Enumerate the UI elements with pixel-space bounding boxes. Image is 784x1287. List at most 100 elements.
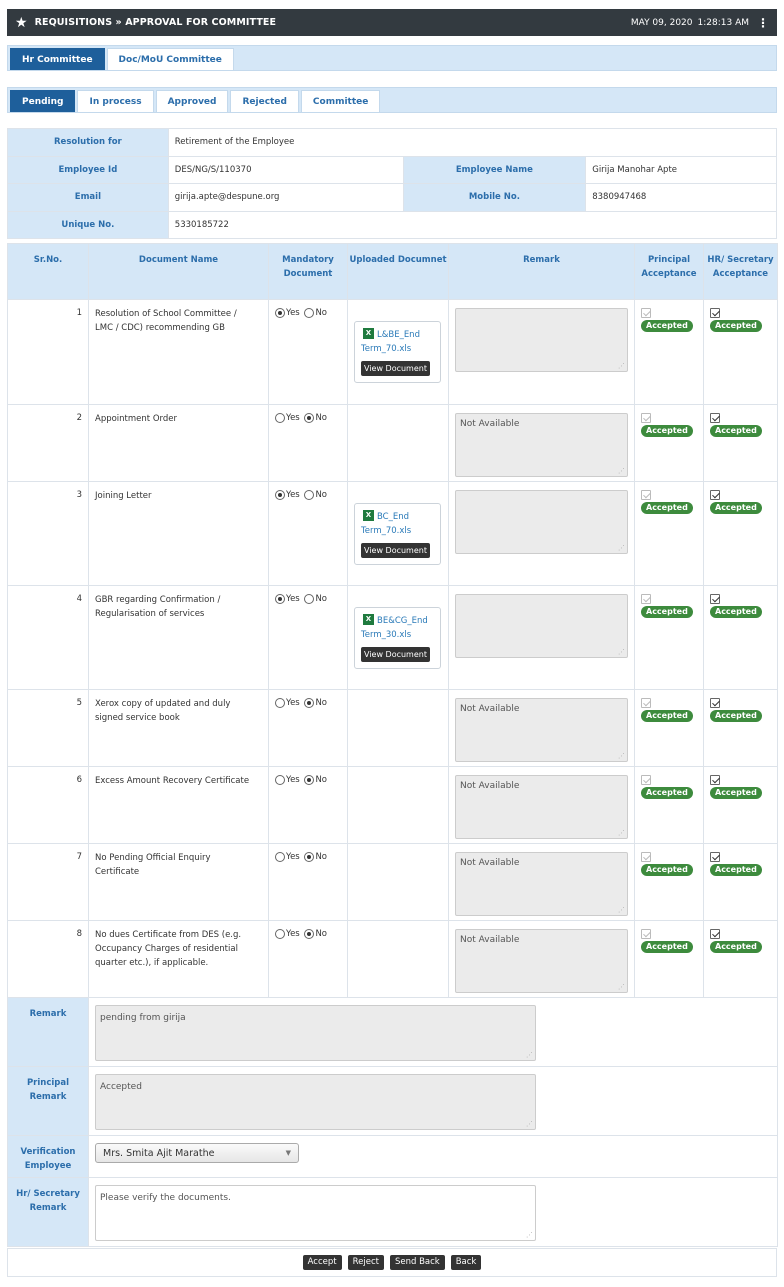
resize-grip-icon[interactable]: ⋰ <box>618 830 625 837</box>
mandatory-yes-radio[interactable] <box>275 929 285 939</box>
principal-remark-textarea[interactable]: Accepted ⋰ <box>95 1074 536 1130</box>
hr-acceptance-checkbox[interactable] <box>710 594 720 604</box>
tab-doc-mou-committee[interactable]: Doc/MoU Committee <box>106 48 234 70</box>
mandatory-no-radio[interactable] <box>304 594 315 604</box>
row-remark-textarea[interactable]: Not Available ⋰ <box>455 929 628 993</box>
uploaded-document-cell: X BC_End Term_70.xls View Document <box>347 481 449 586</box>
row-remark-text: Not Available <box>460 858 520 868</box>
row-document-name: Excess Amount Recovery Certificate <box>88 766 269 844</box>
mandatory-yes-radio[interactable] <box>275 413 285 423</box>
mandatory-yes-radio[interactable] <box>275 698 285 708</box>
row-remark-textarea[interactable]: Not Available ⋰ <box>455 413 628 477</box>
no-label: No <box>315 594 327 604</box>
principal-acceptance-checkbox[interactable] <box>641 929 651 939</box>
principal-acceptance-checkbox[interactable] <box>641 594 651 604</box>
hr-acceptance-checkbox[interactable] <box>710 413 720 423</box>
back-button[interactable]: Back <box>450 1255 482 1270</box>
resize-grip-icon[interactable]: ⋰ <box>526 1052 533 1059</box>
accepted-badge: Accepted <box>710 606 762 618</box>
mandatory-no-radio[interactable] <box>304 852 315 862</box>
mandatory-yes-radio[interactable] <box>275 594 285 604</box>
kebab-menu-icon[interactable]: ⋮ <box>757 17 769 29</box>
hr-acceptance-checkbox[interactable] <box>710 308 720 318</box>
mandatory-no-radio[interactable] <box>304 308 315 318</box>
hr-remark-textarea[interactable]: Please verify the documents. ⋰ <box>95 1185 536 1241</box>
caret-down-icon: ▼ <box>285 1149 291 1157</box>
row-remark-textarea[interactable]: Not Available ⋰ <box>455 852 628 916</box>
mandatory-no-radio[interactable] <box>304 490 315 500</box>
hr-acceptance-checkbox[interactable] <box>710 698 720 708</box>
tab-approved[interactable]: Approved <box>155 90 229 112</box>
row-document-name: Xerox copy of updated and duly signed se… <box>88 689 269 767</box>
mandatory-yes-radio[interactable] <box>275 775 285 785</box>
remark-cell: Not Available ⋰ <box>448 920 635 998</box>
principal-acceptance-cell: Accepted <box>634 689 704 767</box>
resize-grip-icon[interactable]: ⋰ <box>526 1232 533 1239</box>
principal-acceptance-checkbox[interactable] <box>641 775 651 785</box>
resize-grip-icon[interactable]: ⋰ <box>618 984 625 991</box>
header-date: MAY 09, 2020 <box>630 17 693 28</box>
row-remark-text: Not Available <box>460 781 520 791</box>
hr-acceptance-checkbox[interactable] <box>710 852 720 862</box>
reject-button[interactable]: Reject <box>347 1255 384 1270</box>
mandatory-radio-group: Yes No <box>268 689 348 767</box>
send-back-button[interactable]: Send Back <box>389 1255 445 1270</box>
accepted-badge: Accepted <box>710 787 762 799</box>
no-label: No <box>315 775 327 785</box>
uploaded-document-cell <box>347 843 449 921</box>
row-document-name: Joining Letter <box>88 481 269 586</box>
yes-label: Yes <box>286 308 300 318</box>
mandatory-no-radio[interactable] <box>304 698 315 708</box>
resize-grip-icon[interactable]: ⋰ <box>618 649 625 656</box>
principal-acceptance-checkbox[interactable] <box>641 698 651 708</box>
principal-acceptance-checkbox[interactable] <box>641 413 651 423</box>
resize-grip-icon[interactable]: ⋰ <box>618 545 625 552</box>
status-tabs: Pending In process Approved Rejected Com… <box>7 87 777 113</box>
mandatory-yes-radio[interactable] <box>275 490 285 500</box>
tab-hr-committee[interactable]: Hr Committee <box>10 48 105 70</box>
header-uploaded: Uploaded Documnet <box>347 243 449 300</box>
employee-id-label: Employee Id <box>7 155 169 184</box>
row-remark-textarea[interactable]: ⋰ <box>455 490 628 554</box>
mandatory-no-radio[interactable] <box>304 775 315 785</box>
hr-acceptance-checkbox[interactable] <box>710 929 720 939</box>
view-document-button[interactable]: View Document <box>361 647 430 662</box>
resize-grip-icon[interactable]: ⋰ <box>618 907 625 914</box>
resize-grip-icon[interactable]: ⋰ <box>526 1121 533 1128</box>
hr-acceptance-checkbox[interactable] <box>710 490 720 500</box>
accept-button[interactable]: Accept <box>302 1255 342 1270</box>
resize-grip-icon[interactable]: ⋰ <box>618 363 625 370</box>
remark-textarea[interactable]: pending from girija ⋰ <box>95 1005 536 1061</box>
accepted-badge: Accepted <box>710 710 762 722</box>
principal-acceptance-checkbox[interactable] <box>641 852 651 862</box>
verification-employee-label: Verification Employee <box>7 1135 89 1178</box>
verification-employee-value: Mrs. Smita Ajit Marathe <box>103 1147 215 1159</box>
mandatory-yes-radio[interactable] <box>275 308 285 318</box>
tab-committee[interactable]: Committee <box>300 90 381 112</box>
tab-pending[interactable]: Pending <box>10 90 76 112</box>
mandatory-no-radio[interactable] <box>304 413 315 423</box>
hr-acceptance-checkbox[interactable] <box>710 775 720 785</box>
uploaded-document-card: X BE&CG_End Term_30.xls View Document <box>354 607 441 669</box>
row-remark-textarea[interactable]: Not Available ⋰ <box>455 775 628 839</box>
uploaded-document-card: X BC_End Term_70.xls View Document <box>354 503 441 565</box>
mandatory-no-radio[interactable] <box>304 929 315 939</box>
view-document-button[interactable]: View Document <box>361 361 430 376</box>
accepted-badge: Accepted <box>710 320 762 332</box>
principal-acceptance-checkbox[interactable] <box>641 308 651 318</box>
uploaded-document-cell <box>347 404 449 482</box>
employee-id-value: DES/NG/S/110370 <box>167 155 404 184</box>
row-remark-textarea[interactable]: ⋰ <box>455 594 628 658</box>
view-document-button[interactable]: View Document <box>361 543 430 558</box>
yes-label: Yes <box>286 413 300 423</box>
verification-employee-select[interactable]: Mrs. Smita Ajit Marathe ▼ <box>95 1143 299 1163</box>
resize-grip-icon[interactable]: ⋰ <box>618 468 625 475</box>
row-remark-textarea[interactable]: Not Available ⋰ <box>455 698 628 762</box>
row-remark-textarea[interactable]: ⋰ <box>455 308 628 372</box>
resize-grip-icon[interactable]: ⋰ <box>618 753 625 760</box>
principal-acceptance-checkbox[interactable] <box>641 490 651 500</box>
tab-rejected[interactable]: Rejected <box>230 90 299 112</box>
mandatory-yes-radio[interactable] <box>275 852 285 862</box>
remark-cell: Not Available ⋰ <box>448 843 635 921</box>
tab-in-process[interactable]: In process <box>77 90 154 112</box>
